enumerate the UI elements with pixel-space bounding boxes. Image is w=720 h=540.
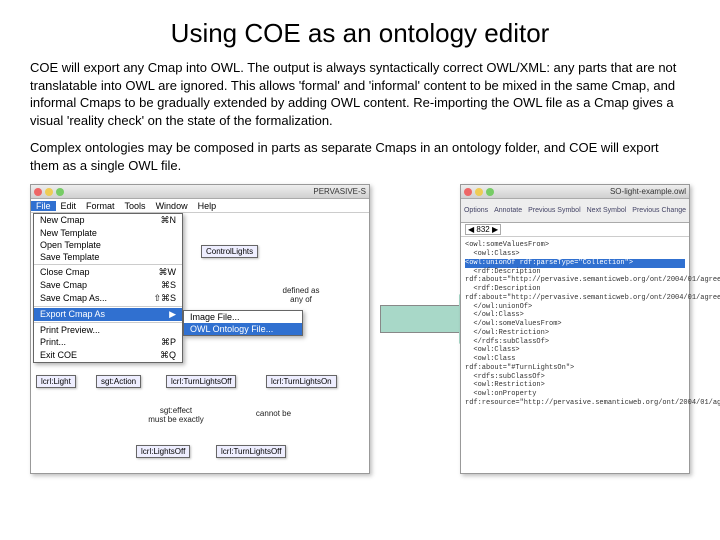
- menu-window[interactable]: Window: [151, 201, 193, 211]
- paragraph-2: Complex ontologies may be composed in pa…: [30, 139, 690, 174]
- coe-app-window: PERVASIVE-S FileEditFormatToolsWindowHel…: [30, 184, 370, 474]
- menu-item[interactable]: Open Template: [34, 239, 182, 251]
- toolbar-previous-change[interactable]: Previous Change: [632, 207, 686, 214]
- zoom-dot-icon[interactable]: [56, 188, 64, 196]
- menu-item[interactable]: Export Cmap As▶: [34, 308, 182, 321]
- submenu-item[interactable]: Image File...: [184, 311, 302, 323]
- xml-line: <owl:unionOf rdf:parseType="Collection">: [465, 259, 685, 268]
- minimize-dot-icon[interactable]: [45, 188, 53, 196]
- toolbar-next-symbol[interactable]: Next Symbol: [587, 207, 627, 214]
- xml-line: </owl:someValuesFrom>: [465, 320, 685, 329]
- xml-line: </owl:unionOf>: [465, 303, 685, 312]
- xml-line: rdf:about="#TurnLightsOn">: [465, 364, 685, 373]
- cmap-label: cannot be: [246, 410, 301, 418]
- cmap-node[interactable]: lcrl:LightsOff: [136, 445, 190, 458]
- xml-line: rdf:resource="http://pervasive.semanticw…: [465, 399, 685, 408]
- close-dot-icon[interactable]: [464, 188, 472, 196]
- cmap-node[interactable]: sgt:Action: [96, 375, 141, 388]
- menu-format[interactable]: Format: [81, 201, 120, 211]
- slide-title: Using COE as an ontology editor: [30, 18, 690, 49]
- file-menu-dropdown: New Cmap⌘NNew TemplateOpen TemplateSave …: [33, 213, 183, 363]
- paragraph-1: COE will export any Cmap into OWL. The o…: [30, 59, 690, 129]
- xml-line: <rdf:Description: [465, 268, 685, 277]
- cmap-label: sgt:effectmust be exactly: [136, 407, 216, 424]
- xml-line: <owl:someValuesFrom>: [465, 241, 685, 250]
- xml-line: <rdf:Description: [465, 285, 685, 294]
- xml-line: <owl:onProperty: [465, 390, 685, 399]
- menubar: FileEditFormatToolsWindowHelp: [31, 199, 369, 213]
- xml-line: <owl:Class>: [465, 250, 685, 259]
- menu-item[interactable]: New Template: [34, 227, 182, 239]
- menu-tools[interactable]: Tools: [120, 201, 151, 211]
- xml-line: rdf:about="http://pervasive.semanticweb.…: [465, 294, 685, 303]
- xml-viewer-window: SO-light-example.owl Options Annotate Prev…: [460, 184, 690, 474]
- menu-edit[interactable]: Edit: [56, 201, 82, 211]
- export-submenu: Image File...OWL Ontology File...: [183, 310, 303, 336]
- menu-item[interactable]: Save Template: [34, 251, 182, 263]
- menu-item[interactable]: Exit COE⌘Q: [34, 349, 182, 362]
- menu-item[interactable]: Close Cmap⌘W: [34, 266, 182, 279]
- menu-item[interactable]: Save Cmap As...⇧⌘S: [34, 292, 182, 305]
- menu-file[interactable]: File: [31, 201, 56, 211]
- cmap-node[interactable]: lcrl:TurnLightsOff: [166, 375, 236, 388]
- xml-line: </owl:Restriction>: [465, 329, 685, 338]
- window-title: PERVASIVE-S: [313, 187, 366, 196]
- xml-line: <owl:Class: [465, 355, 685, 364]
- menu-item[interactable]: Save Cmap⌘S: [34, 279, 182, 292]
- xml-content: <owl:someValuesFrom> <owl:Class><owl:uni…: [461, 237, 689, 411]
- toolbar-options[interactable]: Options: [464, 207, 488, 214]
- line-number-field: ◀ 832 ▶: [465, 224, 501, 235]
- menu-item[interactable]: Print Preview...: [34, 324, 182, 336]
- minimize-dot-icon[interactable]: [475, 188, 483, 196]
- cmap-label: defined asany of: [271, 287, 331, 304]
- xml-line: <owl:Class>: [465, 346, 685, 355]
- menu-help[interactable]: Help: [193, 201, 222, 211]
- submenu-item[interactable]: OWL Ontology File...: [184, 323, 302, 335]
- menu-item[interactable]: New Cmap⌘N: [34, 214, 182, 227]
- xml-line: <rdfs:subClassOf>: [465, 373, 685, 382]
- cmap-node[interactable]: lcrl:TurnLightsOff: [216, 445, 286, 458]
- cmap-node[interactable]: lcrl:TurnLightsOn: [266, 375, 337, 388]
- close-dot-icon[interactable]: [34, 188, 42, 196]
- zoom-dot-icon[interactable]: [486, 188, 494, 196]
- window-title: SO-light-example.owl: [610, 187, 686, 196]
- xml-line: rdf:about="http://pervasive.semanticweb.…: [465, 276, 685, 285]
- illustration-area: PERVASIVE-S FileEditFormatToolsWindowHel…: [30, 184, 690, 484]
- cmap-node[interactable]: lcrl:Light: [36, 375, 76, 388]
- xml-line: </rdfs:subClassOf>: [465, 338, 685, 347]
- titlebar: SO-light-example.owl: [461, 185, 689, 199]
- titlebar: PERVASIVE-S: [31, 185, 369, 199]
- xml-line: <owl:Restriction>: [465, 381, 685, 390]
- toolbar-annotate[interactable]: Annotate: [494, 207, 522, 214]
- menu-item[interactable]: Print...⌘P: [34, 336, 182, 349]
- toolbar-previous-symbol[interactable]: Previous Symbol: [528, 207, 581, 214]
- cmap-node[interactable]: ControlLights: [201, 245, 258, 258]
- xml-toolbar: Options Annotate Previous Symbol Next Symbo…: [461, 199, 689, 223]
- xml-line: </owl:Class>: [465, 311, 685, 320]
